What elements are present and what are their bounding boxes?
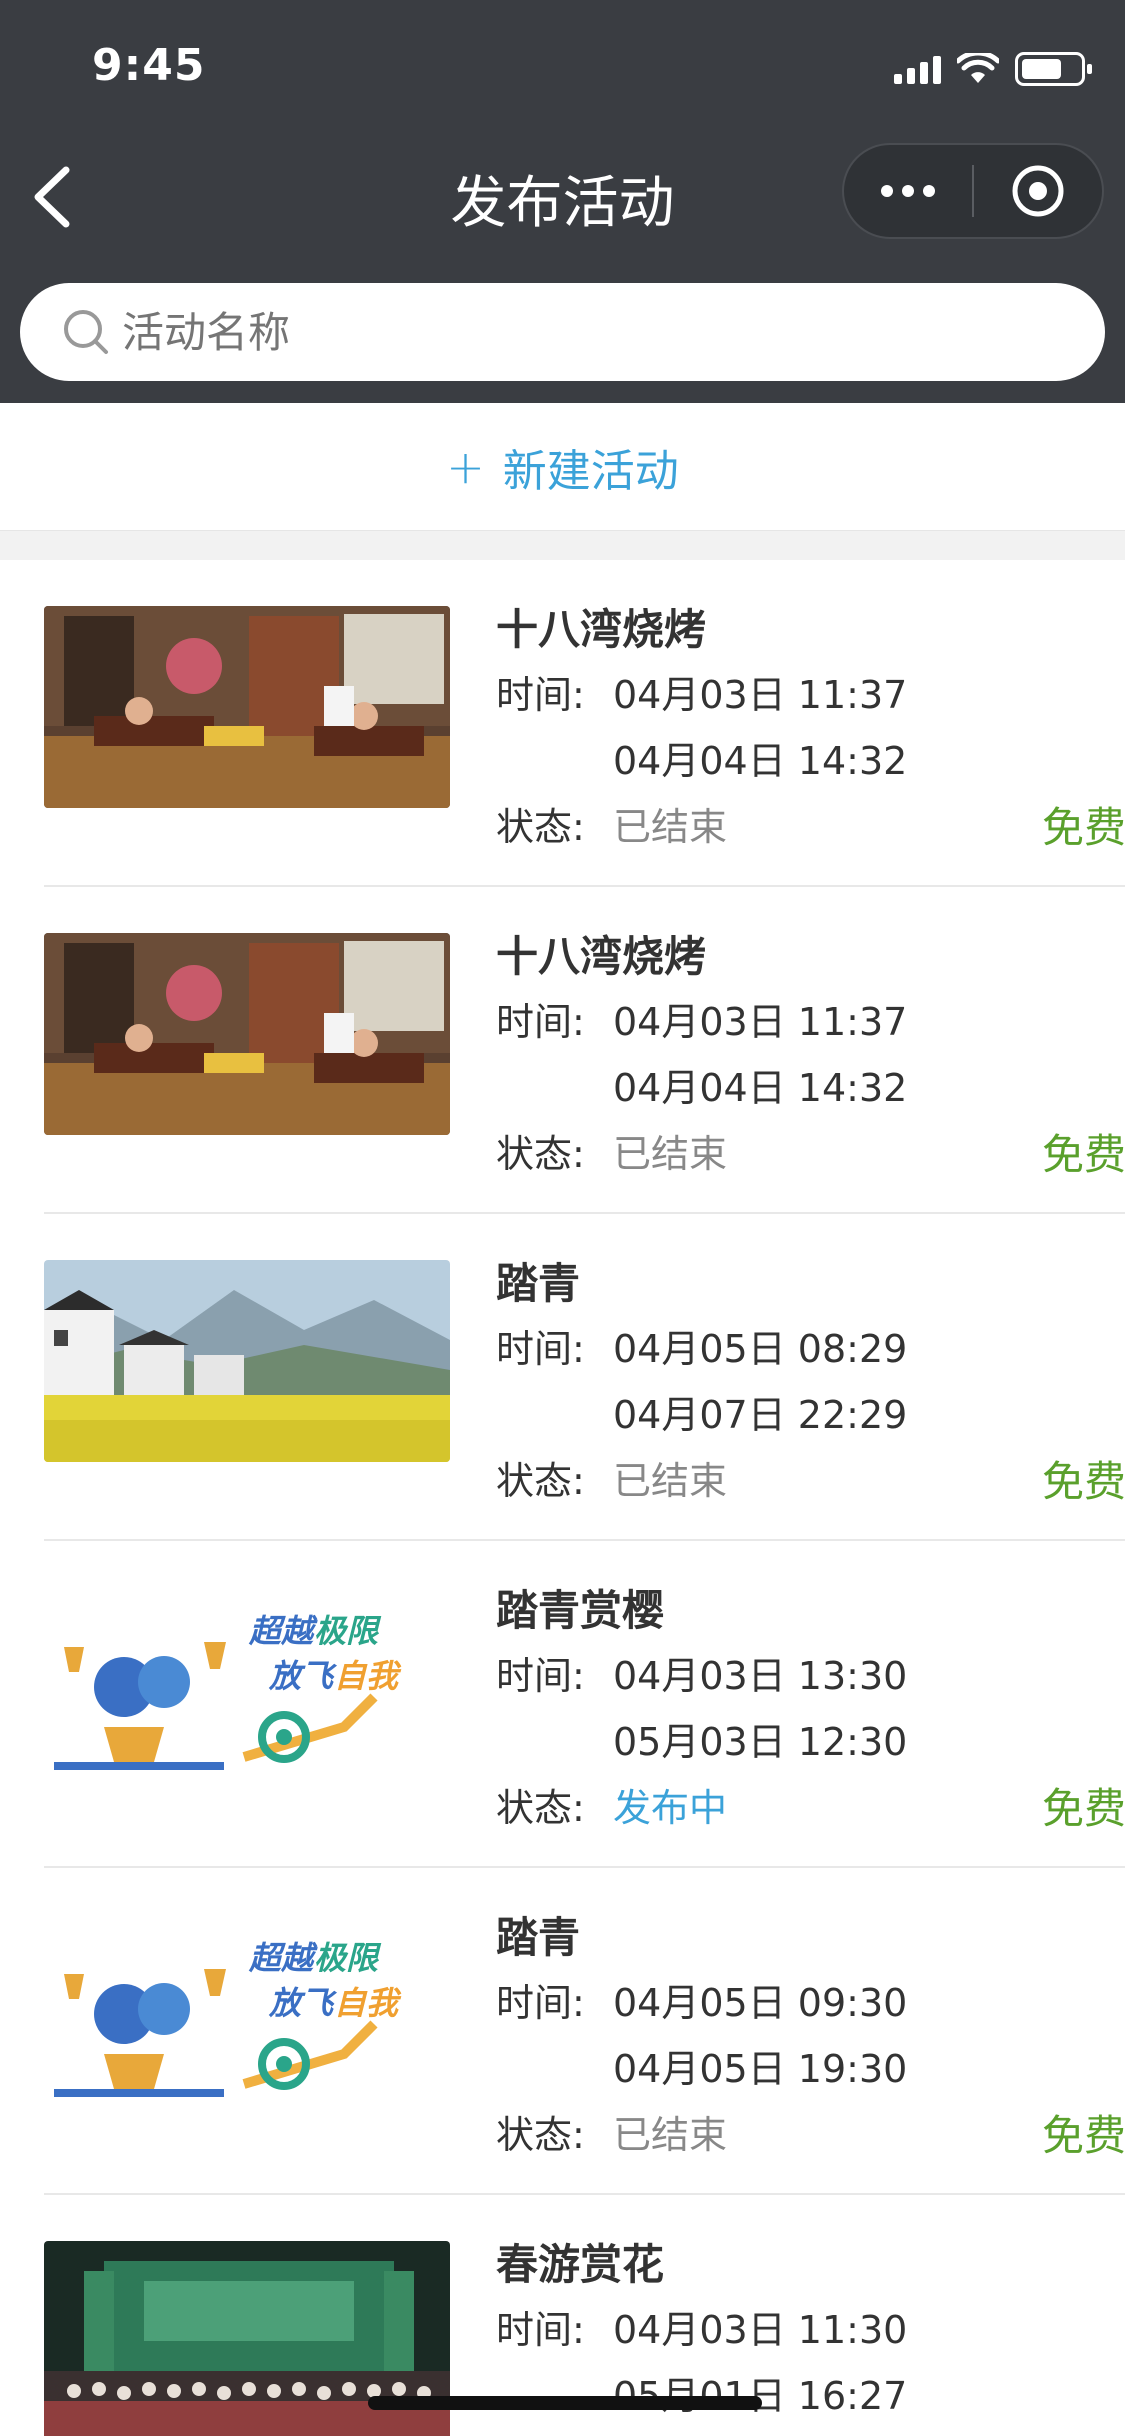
time-row: 时间: 04月05日 08:29 — [496, 1316, 1125, 1382]
end-time-row: 04月07日 22:29 — [496, 1382, 1125, 1448]
status-value: 已结束 — [613, 1132, 728, 1176]
poster-line1a: 超越 — [248, 1939, 318, 1977]
end-time: 04月07日 22:29 — [613, 1393, 908, 1437]
activity-thumbnail — [44, 1260, 450, 1462]
status-row: 状态: 已结束 — [496, 1121, 1125, 1187]
end-time-row: 04月04日 14:32 — [496, 728, 1125, 794]
activity-title: 十八湾烧烤 — [496, 605, 707, 654]
start-time: 04月03日 11:37 — [613, 1000, 908, 1044]
poster-line2a: 放飞 — [268, 1984, 338, 2022]
status-value: 已结束 — [613, 2113, 728, 2157]
poster-line2a: 放飞 — [268, 1657, 338, 1695]
status-row: 状态: 已结束 — [496, 794, 1125, 860]
activity-info: 十八湾烧烤 时间: 04月03日 11:37 04月04日 14:32 状态: 已结… — [496, 598, 1125, 860]
activity-title: 十八湾烧烤 — [496, 932, 707, 981]
status-time: 9:45 — [92, 40, 206, 91]
activity-info: 踏青赏樱 时间: 04月03日 13:30 05月03日 12:30 状态: 发布中… — [496, 1579, 1125, 1841]
end-time: 04月04日 14:32 — [613, 1066, 908, 1110]
activity-title: 踏青 — [496, 1913, 581, 1962]
poster-line1a: 超越 — [248, 1612, 318, 1650]
time-label: 时间: — [496, 1327, 585, 1371]
new-activity-label: 新建活动 — [502, 445, 679, 497]
activity-thumbnail: 超越 极限 放飞 自我 — [44, 1914, 450, 2116]
target-icon — [1012, 165, 1064, 217]
time-label: 时间: — [496, 2308, 585, 2352]
status-value: 发布中 — [613, 1786, 728, 1830]
fee-badge: 免费 — [1041, 803, 1125, 852]
end-time-row: 04月04日 14:32 — [496, 1055, 1125, 1121]
end-time: 04月04日 14:32 — [613, 739, 908, 783]
new-activity-button[interactable]: + 新建活动 — [0, 403, 1125, 530]
time-row: 时间: 04月03日 13:30 — [496, 1643, 1125, 1709]
fee-badge: 免费 — [1041, 2111, 1125, 2160]
start-time: 04月05日 08:29 — [613, 1327, 908, 1371]
activity-info: 踏青 时间: 04月05日 08:29 04月07日 22:29 状态: 已结束 免… — [496, 1252, 1125, 1514]
time-label: 时间: — [496, 1654, 585, 1698]
time-row: 时间: 04月05日 09:30 — [496, 1970, 1125, 2036]
list-item[interactable]: 超越 极限 放飞 自我 踏青 时间: 04月05日 09:30 04月05日 19… — [44, 1868, 1125, 2195]
end-time-row: 05月03日 12:30 — [496, 1709, 1125, 1775]
poster-line2b: 自我 — [334, 1984, 402, 2022]
status-row: 状态: 发布中 — [496, 1775, 1125, 1841]
poster-line2b: 自我 — [334, 1657, 402, 1695]
navigation-header: 9:45 发布活动 — [0, 0, 1125, 403]
start-time: 04月03日 11:37 — [613, 673, 908, 717]
time-row: 时间: 04月03日 11:37 — [496, 662, 1125, 728]
activity-thumbnail — [44, 933, 450, 1135]
status-label: 状态: — [496, 2113, 585, 2157]
battery-icon — [1015, 52, 1092, 86]
poster-line1b: 极限 — [314, 1939, 382, 1977]
list-item[interactable]: 十八湾烧烤 时间: 04月03日 11:37 04月04日 14:32 状态: 已结… — [44, 560, 1125, 887]
more-button[interactable] — [844, 145, 972, 237]
home-indicator[interactable] — [368, 2396, 762, 2410]
time-label: 时间: — [496, 1000, 585, 1044]
time-label: 时间: — [496, 1981, 585, 2025]
poster-line1b: 极限 — [314, 1612, 382, 1650]
close-program-button[interactable] — [974, 145, 1102, 237]
status-label: 状态: — [496, 805, 585, 849]
activity-title: 踏青赏樱 — [496, 1586, 665, 1635]
status-value: 已结束 — [613, 805, 728, 849]
time-row: 时间: 04月03日 11:30 — [496, 2297, 1125, 2363]
time-label: 时间: — [496, 673, 585, 717]
search-icon — [64, 310, 108, 354]
activity-list: 十八湾烧烤 时间: 04月03日 11:37 04月04日 14:32 状态: 已结… — [0, 560, 1125, 2436]
section-divider — [0, 530, 1125, 560]
status-label: 状态: — [496, 1786, 585, 1830]
search-bar[interactable] — [20, 283, 1105, 381]
activity-thumbnail: 超越 极限 放飞 自我 — [44, 1587, 450, 1789]
start-time: 04月03日 13:30 — [613, 1654, 908, 1698]
mini-program-capsule — [842, 143, 1104, 239]
plus-icon: + — [446, 439, 485, 494]
end-time: 04月05日 19:30 — [613, 2047, 908, 2091]
activity-info: 踏青 时间: 04月05日 09:30 04月05日 19:30 状态: 已结束 免… — [496, 1906, 1125, 2168]
activity-title: 春游赏花 — [496, 2240, 665, 2289]
list-item[interactable]: 十八湾烧烤 时间: 04月03日 11:37 04月04日 14:32 状态: 已结… — [44, 887, 1125, 1214]
status-row: 状态: 已结束 — [496, 1448, 1125, 1514]
start-time: 04月05日 09:30 — [613, 1981, 908, 2025]
status-icons — [894, 52, 1092, 86]
start-time: 04月03日 11:30 — [613, 2308, 908, 2352]
status-label: 状态: — [496, 1459, 585, 1503]
wifi-icon — [957, 53, 999, 83]
activity-info: 十八湾烧烤 时间: 04月03日 11:37 04月04日 14:32 状态: 已结… — [496, 925, 1125, 1187]
status-label: 状态: — [496, 1132, 585, 1176]
activity-title: 踏青 — [496, 1259, 581, 1308]
end-time-row: 04月05日 19:30 — [496, 2036, 1125, 2102]
status-row: 状态: 已结束 — [496, 2102, 1125, 2168]
time-row: 时间: 04月03日 11:37 — [496, 989, 1125, 1055]
fee-badge: 免费 — [1041, 1457, 1125, 1506]
end-time: 05月03日 12:30 — [613, 1720, 908, 1764]
status-value: 已结束 — [613, 1459, 728, 1503]
signal-icon — [894, 54, 941, 84]
list-item[interactable]: 超越 极限 放飞 自我 踏青赏樱 时间: 04月03日 13:30 05月03日 … — [44, 1541, 1125, 1868]
fee-badge: 免费 — [1041, 1784, 1125, 1833]
search-input[interactable] — [122, 307, 1022, 357]
list-item[interactable]: 踏青 时间: 04月05日 08:29 04月07日 22:29 状态: 已结束 免… — [44, 1214, 1125, 1541]
activity-thumbnail — [44, 606, 450, 808]
fee-badge: 免费 — [1041, 1130, 1125, 1179]
